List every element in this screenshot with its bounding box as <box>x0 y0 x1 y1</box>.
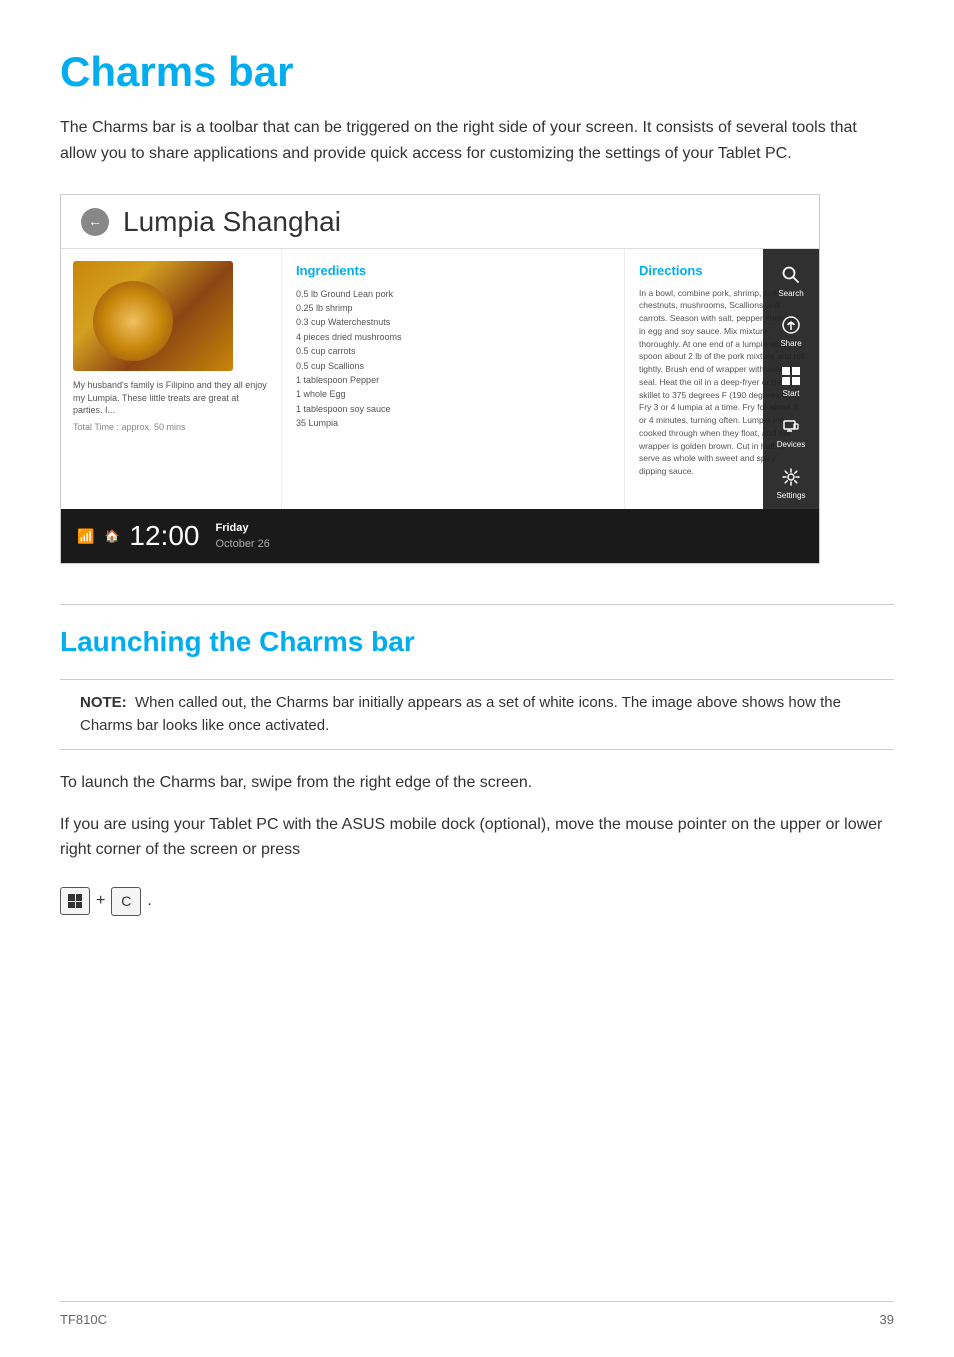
ingredient-8: 1 whole Egg <box>296 387 610 401</box>
food-image <box>73 261 233 371</box>
screen-body: My husband's family is Filipino and they… <box>61 249 819 509</box>
page-title: Charms bar <box>60 40 894 103</box>
app-header: ← Lumpia Shanghai <box>61 195 819 249</box>
screenshot-mockup: ← Lumpia Shanghai My husband's family is… <box>60 194 820 564</box>
settings-icon <box>781 467 801 487</box>
charm-search: Search <box>763 257 819 307</box>
ingredient-1: 0.5 lb Ground Lean pork <box>296 287 610 301</box>
date-day: Friday <box>215 520 269 537</box>
search-icon <box>781 265 801 285</box>
screen-middle-panel: Ingredients 0.5 lb Ground Lean pork 0.25… <box>281 249 624 509</box>
page-footer: TF810C 39 <box>60 1301 894 1330</box>
note-content: NOTE: When called out, the Charms bar in… <box>80 692 874 737</box>
charm-settings: Settings <box>763 459 819 509</box>
charm-start-label: Start <box>783 388 800 400</box>
charm-devices-label: Devices <box>777 439 805 451</box>
windows-key <box>60 887 90 915</box>
wifi-icon: 🏠 <box>104 527 119 545</box>
app-title: Lumpia Shanghai <box>123 201 341 243</box>
devices-icon <box>781 416 801 436</box>
start-icon <box>782 367 800 385</box>
charm-start: Start <box>763 358 819 408</box>
status-bar: 📶 🏠 12:00 Friday October 26 <box>61 509 819 563</box>
c-key: C <box>111 887 141 916</box>
period: . <box>147 889 151 913</box>
ingredient-10: 35 Lumpia <box>296 416 610 430</box>
charm-share-label: Share <box>780 338 801 350</box>
total-time: Total Time : approx. 50 mins <box>73 421 269 435</box>
ingredient-7: 1 tablespoon Pepper <box>296 373 610 387</box>
charm-settings-label: Settings <box>777 490 806 502</box>
intro-paragraph: The Charms bar is a toolbar that can be … <box>60 115 894 166</box>
charms-bar: Search Share Sta <box>763 249 819 509</box>
date-full: October 26 <box>215 536 269 553</box>
ingredients-list: 0.5 lb Ground Lean pork 0.25 lb shrimp 0… <box>296 287 610 431</box>
screen-left-panel: My husband's family is Filipino and they… <box>61 249 281 509</box>
time-display: 12:00 <box>129 515 199 557</box>
windows-key-icon <box>68 894 82 908</box>
body-paragraph-1: To launch the Charms bar, swipe from the… <box>60 770 894 796</box>
note-box: NOTE: When called out, the Charms bar in… <box>60 679 894 750</box>
note-label: NOTE: <box>80 694 127 711</box>
back-button: ← <box>81 208 109 236</box>
note-body: When called out, the Charms bar initiall… <box>80 694 841 734</box>
ingredient-3: 0.3 cup Waterchestnuts <box>296 315 610 329</box>
charm-share: Share <box>763 308 819 358</box>
charm-devices: Devices <box>763 408 819 458</box>
ingredients-heading: Ingredients <box>296 261 610 281</box>
charm-search-label: Search <box>778 288 803 300</box>
key-combo: + C . <box>60 887 152 916</box>
date-display: Friday October 26 <box>215 520 269 553</box>
plus-symbol: + <box>96 889 105 913</box>
section-heading: Launching the Charms bar <box>60 604 894 665</box>
footer-model: TF810C <box>60 1310 107 1330</box>
share-icon <box>781 315 801 335</box>
ingredient-2: 0.25 lb shrimp <box>296 301 610 315</box>
signal-icon: 📶 <box>77 526 94 547</box>
footer-page-number: 39 <box>880 1310 894 1330</box>
ingredient-5: 0.5 cup carrots <box>296 344 610 358</box>
ingredient-4: 4 pieces dried mushrooms <box>296 330 610 344</box>
food-description: My husband's family is Filipino and they… <box>73 379 269 417</box>
ingredient-9: 1 tablespoon soy sauce <box>296 402 610 416</box>
ingredient-6: 0.5 cup Scallions <box>296 359 610 373</box>
body-paragraph-2: If you are using your Tablet PC with the… <box>60 812 894 863</box>
